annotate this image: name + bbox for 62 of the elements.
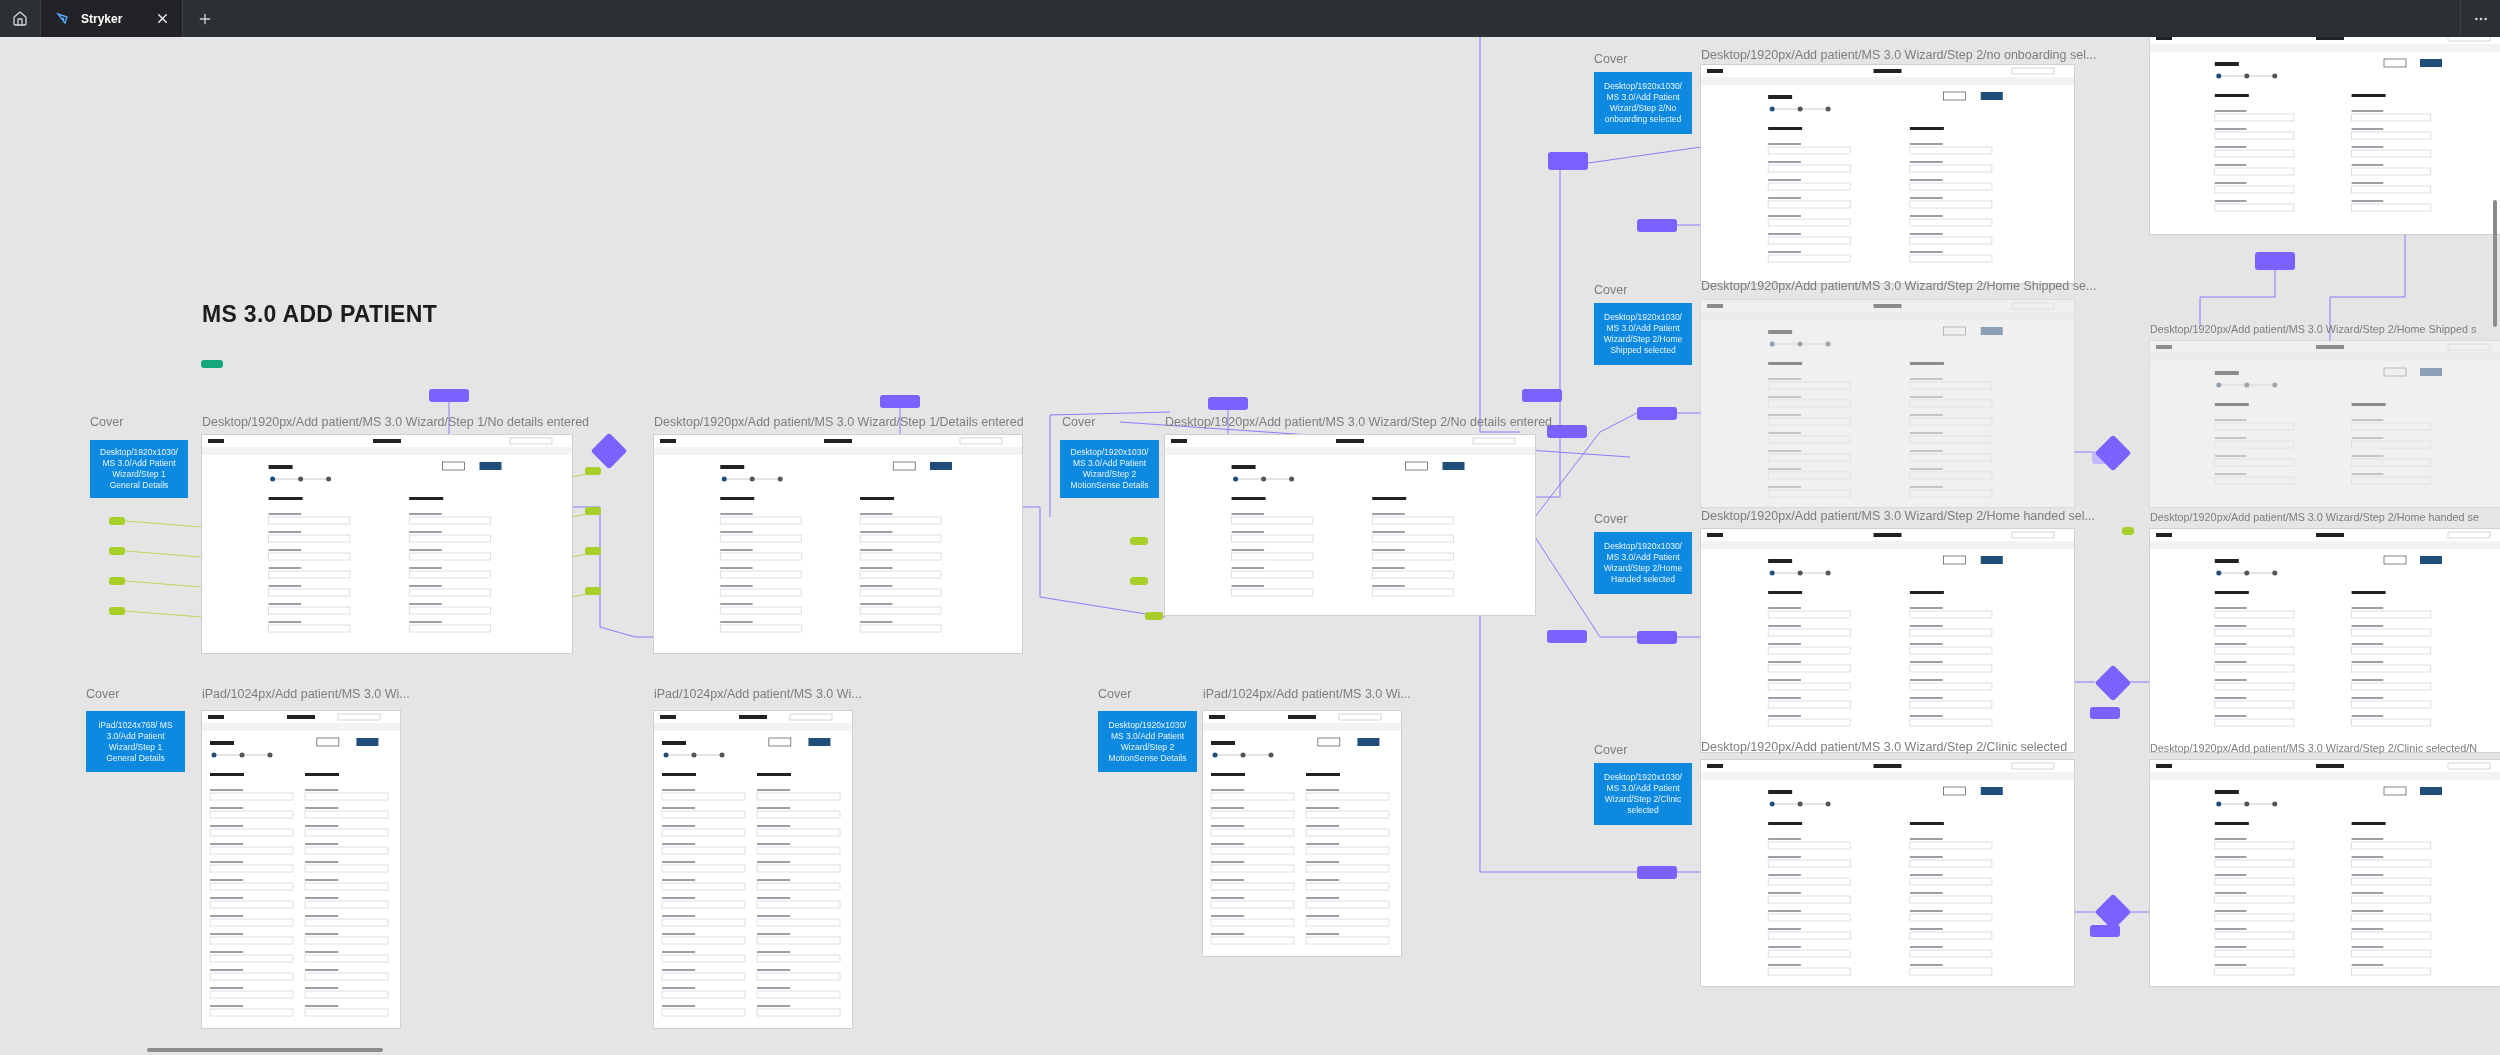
flow-node	[2090, 707, 2120, 719]
cover-card: Desktop/1920x1030/ MS 3.0/Add Patient Wizard/Step 2/Clinic selected	[1594, 763, 1692, 825]
cover-card: Desktop/1920x1030/ MS 3.0/Add Patient Wizard/Step 2/Home Shipped selected	[1594, 303, 1692, 365]
flow-node	[585, 507, 601, 515]
frame-label: Cover	[1594, 743, 1628, 757]
flow-node	[1547, 630, 1587, 643]
cover-card: Desktop/1920x1030/ MS 3.0/Add Patient Wizard/Step 2/Home Handed selected	[1594, 532, 1692, 594]
flow-node	[2090, 925, 2120, 937]
frame-label: Cover	[1062, 415, 1096, 429]
flow-node	[880, 395, 920, 408]
frame-label: Desktop/1920px/Add patient/MS 3.0 Wizard/Step 2/Clinic selected	[1701, 740, 2068, 754]
frame-label: iPad/1024px/Add patient/MS 3.0 Wi...	[1203, 687, 1411, 701]
frame-label: Desktop/1920px/Add patient/MS 3.0 Wizard/Step 2/Home Shipped s	[2150, 323, 2477, 335]
flow-node	[2255, 252, 2295, 270]
frame-label: iPad/1024px/Add patient/MS 3.0 Wi...	[654, 687, 862, 701]
cover-card: iPad/1024x768/ MS 3.0/Add Patient Wizard/Step 1 General Details	[86, 711, 185, 772]
scrollbar[interactable]	[147, 1048, 383, 1052]
flow-node	[1547, 425, 1587, 438]
flow-node	[109, 547, 125, 555]
frame-label: Desktop/1920px/Add patient/MS 3.0 Wizard/Step 2/Home Shipped se...	[1701, 279, 2097, 293]
flow-node	[585, 587, 601, 595]
frame-label: Cover	[90, 415, 124, 429]
file-tab[interactable]: Stryker	[40, 0, 183, 37]
scrollbar[interactable]	[2493, 200, 2497, 327]
flow-node	[585, 467, 601, 475]
frame-label: Desktop/1920px/Add patient/MS 3.0 Wizard/Step 2/no onboarding sel...	[1701, 48, 2097, 62]
flow-node	[1208, 397, 1248, 410]
flow-node	[109, 517, 125, 525]
frame-label: Cover	[86, 687, 120, 701]
flow-node	[109, 577, 125, 585]
frame-label: Desktop/1920px/Add patient/MS 3.0 Wizard/Step 2/Home handed se	[2150, 511, 2479, 523]
frame-label: Cover	[1594, 52, 1628, 66]
flow-node	[1637, 631, 1677, 644]
frame-label: Cover	[1594, 283, 1628, 297]
flow-node	[1130, 577, 1148, 585]
frame-label: Desktop/1920px/Add patient/MS 3.0 Wizard/Step 2/Clinic selected/N	[2150, 742, 2478, 754]
frame-label: Cover	[1594, 512, 1628, 526]
frame-label: Desktop/1920px/Add patient/MS 3.0 Wizard/Step 1/Details entered	[654, 415, 1024, 429]
frame-label: Desktop/1920px/Add patient/MS 3.0 Wizard/Step 2/No details entered	[1165, 415, 1553, 429]
frame-label: Cover	[1098, 687, 1132, 701]
flow-node	[1637, 866, 1677, 879]
page-title: MS 3.0 ADD PATIENT	[202, 301, 437, 328]
cover-card: Desktop/1920x1030/ MS 3.0/Add Patient Wizard/Step 2/No onboarding selected	[1594, 72, 1692, 134]
flow-node	[201, 360, 223, 368]
close-icon[interactable]	[155, 11, 170, 26]
cover-card: Desktop/1920x1030/ MS 3.0/Add Patient Wizard/Step 1 General Details	[90, 440, 188, 498]
frame-label: iPad/1024px/Add patient/MS 3.0 Wi...	[202, 687, 410, 701]
frame-label: Desktop/1920px/Add patient/MS 3.0 Wizard/Step 1/No details entered	[202, 415, 590, 429]
frame-label: Desktop/1920px/Add patient/MS 3.0 Wizard/Step 2/Home handed sel...	[1701, 509, 2095, 523]
cover-card: Desktop/1920x1030/ MS 3.0/Add Patient Wizard/Step 2 MotionSense Details	[1060, 440, 1159, 498]
flow-node	[1637, 219, 1677, 232]
flow-node	[1145, 612, 1163, 620]
flow-node	[109, 607, 125, 615]
flow-node	[1637, 407, 1677, 420]
flow-node	[1130, 537, 1148, 545]
flow-node	[429, 389, 469, 402]
flow-node	[1548, 152, 1588, 170]
flow-node	[585, 547, 601, 555]
flow-node	[2122, 527, 2134, 535]
pen-tool-icon	[55, 10, 71, 27]
flow-node	[1522, 389, 1562, 402]
cover-card: Desktop/1920x1030/ MS 3.0/Add Patient Wizard/Step 2 MotionSense Details	[1098, 711, 1197, 772]
